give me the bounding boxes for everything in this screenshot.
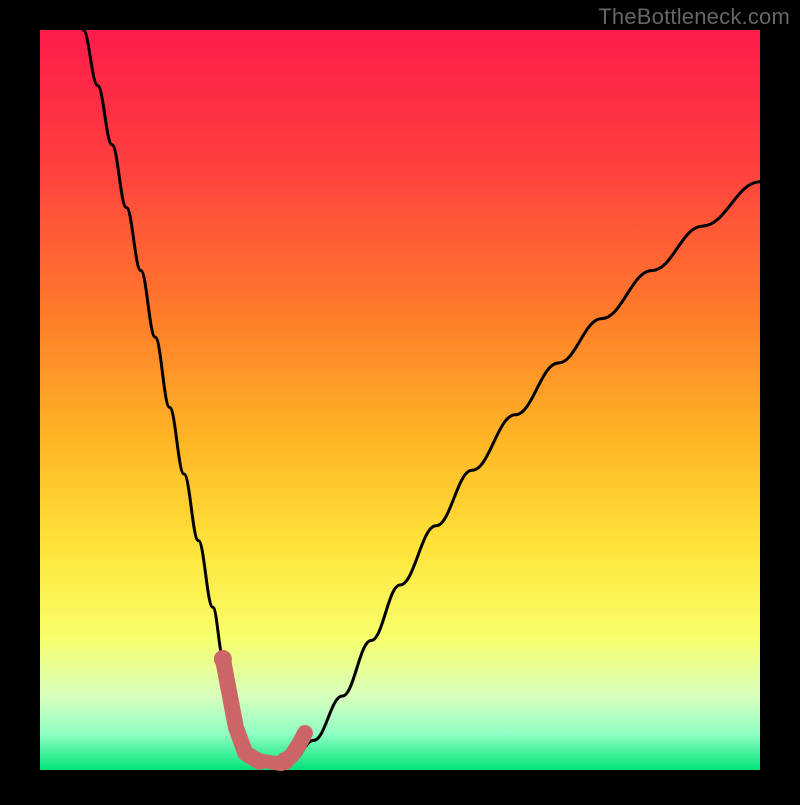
watermark-text: TheBottleneck.com <box>598 4 790 30</box>
bottleneck-chart <box>0 0 800 800</box>
right-marker-cap <box>276 752 294 770</box>
chart-background <box>40 30 760 770</box>
left-marker-cap <box>214 650 232 668</box>
chart-container: TheBottleneck.com <box>0 0 800 800</box>
